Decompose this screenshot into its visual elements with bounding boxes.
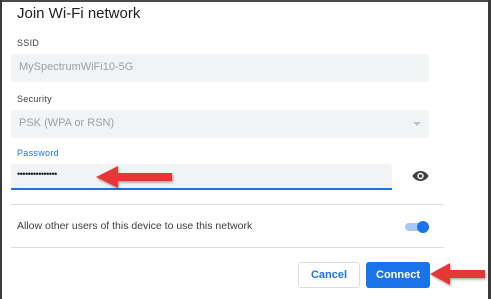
password-value: •••••••••••••••: [17, 169, 57, 179]
toggle-knob: [417, 221, 429, 233]
window-left-edge: [0, 0, 2, 299]
share-network-label: Allow other users of this device to use …: [17, 220, 253, 232]
ssid-field[interactable]: MySpectrumWiFi10-5G: [11, 54, 429, 82]
connect-button[interactable]: Connect: [366, 262, 430, 288]
security-label: Security: [17, 94, 52, 104]
ssid-value: MySpectrumWiFi10-5G: [19, 61, 134, 73]
security-select[interactable]: PSK (WPA or RSN): [11, 110, 429, 138]
security-value: PSK (WPA or RSN): [19, 117, 115, 129]
dialog-title: Join Wi-Fi network: [17, 5, 141, 22]
divider: [11, 204, 444, 205]
annotation-arrow-icon: [96, 166, 172, 188]
ssid-label: SSID: [17, 38, 40, 48]
eye-icon[interactable]: [412, 169, 429, 183]
cancel-button[interactable]: Cancel: [298, 262, 360, 288]
window-top-edge: [0, 0, 491, 2]
password-field[interactable]: •••••••••••••••: [11, 164, 392, 190]
annotation-arrow-icon: [430, 263, 485, 285]
share-network-toggle[interactable]: [405, 221, 429, 233]
dropdown-arrow-icon: [413, 122, 421, 126]
divider: [11, 247, 444, 248]
password-label: Password: [17, 148, 59, 158]
join-wifi-dialog: Join Wi-Fi network SSID MySpectrumWiFi10…: [0, 0, 491, 299]
